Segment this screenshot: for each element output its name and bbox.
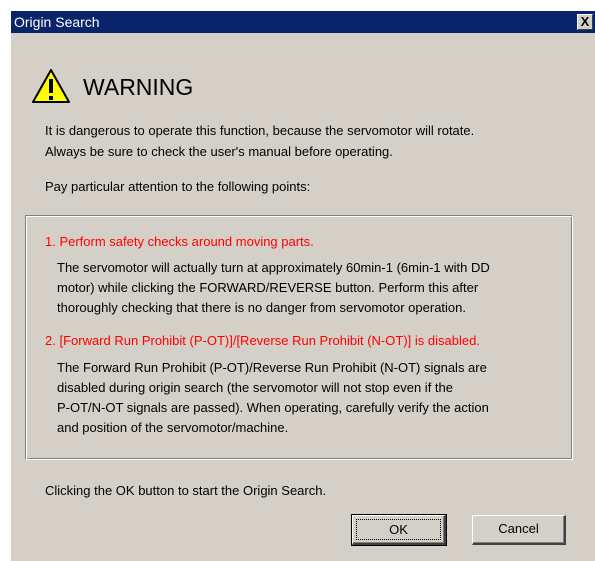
cancel-button[interactable]: Cancel <box>472 515 566 545</box>
point-1-line-3: thoroughly checking that there is no dan… <box>57 300 467 315</box>
close-icon: X <box>580 14 590 29</box>
footer-text: Clicking the OK button to start the Orig… <box>45 483 327 498</box>
point-1-heading: 1. Perform safety checks around moving p… <box>45 234 314 249</box>
point-2-heading: 2. [Forward Run Prohibit (P-OT)]/[Revers… <box>45 333 480 348</box>
intro-line-1: It is dangerous to operate this function… <box>45 123 475 138</box>
point-2-line-4: and position of the servomotor/machine. <box>57 420 289 435</box>
point-2-line-1: The Forward Run Prohibit (P-OT)/Reverse … <box>57 360 487 375</box>
title-bar[interactable]: Origin Search X <box>11 11 595 33</box>
close-button[interactable]: X <box>577 14 593 30</box>
point-1-line-2: motor) while clicking the FORWARD/REVERS… <box>57 280 479 295</box>
ok-button[interactable]: OK <box>351 514 447 546</box>
warning-triangle-icon <box>32 69 70 103</box>
attention-text: Pay particular attention to the followin… <box>45 179 311 194</box>
point-1-line-1: The servomotor will actually turn at app… <box>57 260 490 275</box>
intro-line-2: Always be sure to check the user's manua… <box>45 144 393 159</box>
point-2-line-3: P-OT/N-OT signals are passed). When oper… <box>57 400 489 415</box>
window-title: Origin Search <box>14 14 100 30</box>
warning-title: WARNING <box>83 74 194 100</box>
point-2-line-2: disabled during origin search (the servo… <box>57 380 453 395</box>
ok-button-label: OK <box>356 519 441 540</box>
